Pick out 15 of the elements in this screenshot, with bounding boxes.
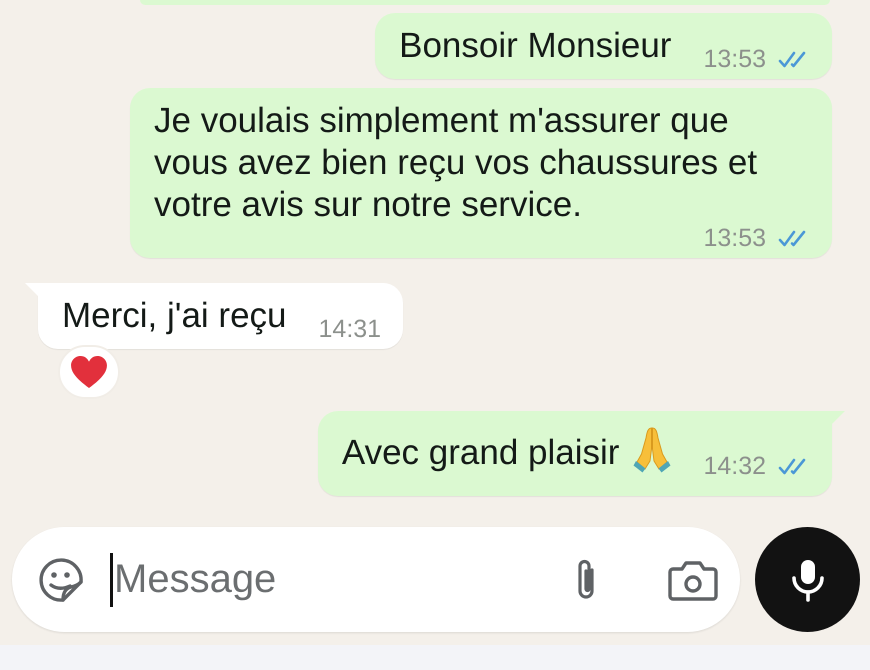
microphone-icon bbox=[790, 558, 826, 602]
camera-icon[interactable] bbox=[668, 558, 718, 600]
message-time: 13:53 bbox=[703, 226, 766, 250]
composer-bar[interactable]: Message bbox=[12, 527, 740, 632]
message-time: 13:53 bbox=[703, 47, 766, 71]
heart-icon bbox=[70, 355, 108, 389]
message-text: Merci, j'ai reçu bbox=[62, 296, 287, 335]
message-text: Je voulais simplement m'assurer que vous avez bien reçu vos chaussures et votre avis sur notre service. bbox=[154, 101, 758, 224]
message-text: Avec grand plaisir bbox=[342, 433, 620, 472]
folded-hands-icon bbox=[633, 425, 672, 473]
message-text: Bonsoir Monsieur bbox=[399, 26, 672, 65]
sticker-icon[interactable] bbox=[37, 556, 85, 604]
message-time: 14:31 bbox=[318, 317, 382, 341]
message-time: 14:32 bbox=[703, 454, 766, 478]
message-input[interactable]: Message bbox=[113, 557, 572, 602]
